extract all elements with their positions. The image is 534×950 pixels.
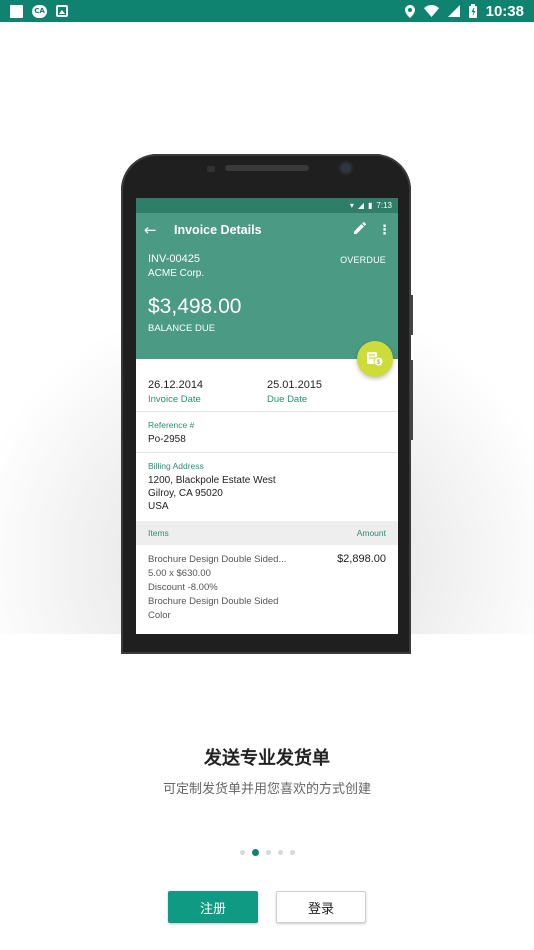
invoice-date-label: Invoice Date [148,394,201,405]
image-notification-icon [56,5,68,17]
app-notification-icon: CA [32,4,47,18]
notification-square-icon [10,4,23,18]
mockup-status-bar: ▾ ◢ ▮ 7:13 [136,198,398,213]
invoice-date-value: 26.12.2014 [148,379,204,391]
login-button[interactable]: 登录 [276,891,366,923]
phone-camera [341,163,351,173]
onboarding-title: 发送专业发货单 [204,748,330,769]
page-dot[interactable] [239,850,245,855]
mockup-appbar-title: Invoice Details [174,223,262,237]
edit-pencil-icon [354,221,378,238]
signal-icon [447,5,460,17]
line-item-details: Brochure Design Double Sided... 5.00 x $… [148,553,286,623]
onboarding-subtitle: 可定制发货单并用您喜欢的方式创建 [162,782,371,797]
billing-address-block: Billing Address 1200, Blackpole Estate W… [136,453,398,519]
register-button[interactable]: 注册 [168,891,258,923]
line-item-amount: $2,898.00 [337,553,386,565]
due-date-label: Due Date [267,394,308,405]
reference-block: Reference # Po-2958 [136,412,398,453]
battery-icon [468,4,477,18]
line-item-quantity: 5.00 x $630.00 [148,568,211,579]
balance-amount: $3,498.00 [148,295,242,318]
mockup-appbar: ← Invoice Details ⋮ [136,213,398,247]
coins-icon: $ [367,352,384,367]
status-bar: CA 10:38 [0,0,534,22]
invoice-number: INV-00425 [148,253,200,265]
line-item: Brochure Design Double Sided... 5.00 x $… [136,545,398,631]
phone-volume-button [410,295,413,335]
items-column-header: Items [148,528,169,538]
invoice-body: 26.12.2014 Invoice Date 25.01.2015 Due D… [136,359,398,631]
mockup-clock: 7:13 [376,201,392,210]
mockup-signal-icon: ◢ [357,201,365,210]
mockup-battery-icon: ▮ [368,201,373,210]
clock: 10:38 [485,2,524,20]
phone-sensor [207,166,215,172]
record-payment-fab: $ [357,341,393,377]
due-date-value: 25.01.2015 [267,379,323,391]
location-icon [404,4,415,18]
balance-due-label: BALANCE DUE [148,323,216,334]
phone-power-button [410,360,413,440]
billing-line-1: 1200, Blackpole Estate West [148,475,276,486]
mockup-wifi-icon: ▾ [349,201,354,210]
billing-address-value: 1200, Blackpole Estate West Gilroy, CA 9… [148,474,386,513]
page-indicator [0,849,534,856]
client-name: ACME Corp. [148,268,205,279]
mockup-screen: ▾ ◢ ▮ 7:13 ← Invoice Details ⋮ INV-00425… [136,198,398,634]
billing-line-2: Gilroy, CA 95020 [148,488,223,499]
page-dot[interactable] [265,850,271,855]
invoice-date-block: 26.12.2014 Invoice Date [148,379,267,405]
phone-speaker [225,165,309,171]
reference-label: Reference # [148,420,195,430]
line-item-discount: Discount -8.00% [148,582,218,593]
line-item-name: Brochure Design Double Sided... [148,554,287,565]
invoice-status: OVERDUE [340,255,386,265]
page-dot[interactable] [289,850,295,855]
line-item-description-2: Color [148,610,171,621]
wifi-icon [423,5,439,17]
back-arrow-icon: ← [144,221,157,239]
billing-line-3: USA [148,501,169,512]
billing-address-label: Billing Address [148,461,204,471]
amount-column-header: Amount [356,528,386,538]
reference-value: Po-2958 [148,434,186,445]
more-vertical-icon: ⋮ [378,222,391,238]
invoice-summary-header: INV-00425 OVERDUE ACME Corp. $3,498.00 B… [136,247,398,377]
items-table-header: Items Amount [136,521,398,545]
due-date-block: 25.01.2015 Due Date [267,379,386,405]
page-dot[interactable] [277,850,283,855]
page-dot-active[interactable] [251,849,259,856]
line-item-description: Brochure Design Double Sided [148,596,279,607]
